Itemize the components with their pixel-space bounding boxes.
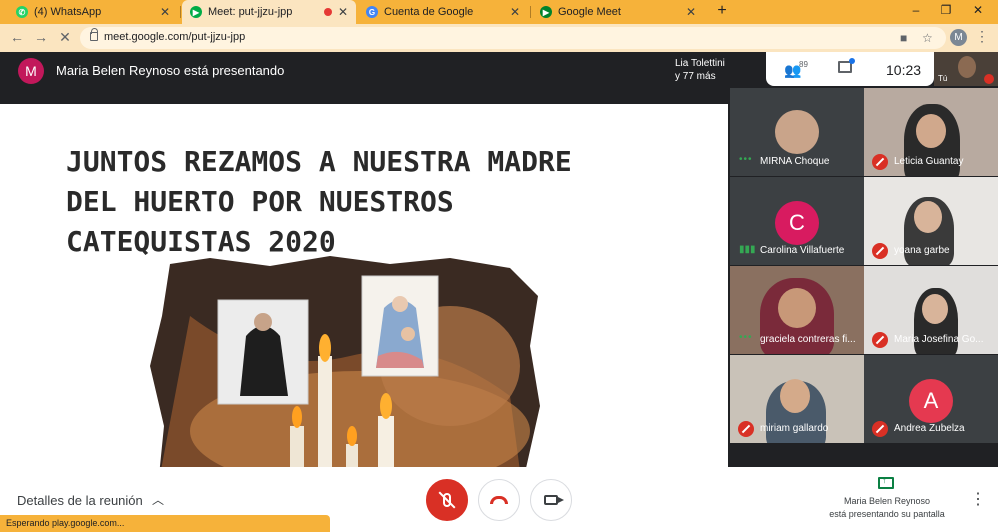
avatar: C [775,201,819,245]
participant-tile[interactable]: yoana garbe [864,177,998,265]
participant-name: miriam gallardo [760,423,829,434]
slide-title: JUNTOS REZAMOS A NUESTRA MADRE DEL HUERT… [66,145,572,258]
close-icon[interactable]: ✕ [338,5,348,19]
participant-tile[interactable]: ••• graciela contreras fi... [730,266,864,354]
whatsapp-icon: ✆ [16,6,28,18]
window-close-button[interactable]: ✕ [968,3,988,17]
bookmark-star-icon[interactable]: ☆ [922,31,933,45]
tab-title: Cuenta de Google [384,6,474,18]
camera-icon[interactable]: ■ [900,31,907,45]
stop-loading-button[interactable]: ✕ [56,29,74,46]
speaking-indicator-icon: ••• [739,332,753,343]
presentation-screen: JUNTOS REZAMOS A NUESTRA MADRE DEL HUERT… [0,104,728,467]
participant-name: Andrea Zubelza [894,423,965,434]
participant-tile[interactable]: miriam gallardo [730,355,864,443]
participant-tile[interactable]: Leticia Guantay [864,88,998,176]
pinned-participant-label: Lia Tolettini y 77 más [675,57,725,83]
participant-face [922,294,948,324]
tab-whatsapp[interactable]: ✆ (4) WhatsApp ✕ [8,0,178,24]
participant-name: yoana garbe [894,245,950,256]
participant-name: Leticia Guantay [894,156,964,167]
participant-tile[interactable]: ••• MIRNA Choque [730,88,864,176]
presenting-label: está presentando su pantalla [829,509,945,519]
minimize-button[interactable]: – [906,3,926,17]
participant-name: MIRNA Choque [760,156,830,167]
participant-face [916,114,946,148]
presenter-banner: Maria Belen Reynoso está presentando [56,63,285,78]
meet-icon: ▶ [190,6,202,18]
video-camera-icon [544,495,564,505]
participant-name: graciela contreras fi... [760,334,856,345]
present-screen-icon[interactable] [878,475,894,489]
browser-status-bubble: Esperando play.google.com... [0,515,330,532]
meet-icon: ▶ [540,6,552,18]
new-tab-button[interactable]: + [712,2,732,20]
meeting-info-pill: 👥 89 10:23 [766,52,934,86]
participant-grid: ••• MIRNA Choque Leticia Guantay C ▮▮▮ C… [728,86,998,467]
participant-count: 89 [799,60,808,69]
presenting-status[interactable]: Maria Belen Reynoso está presentando su … [812,495,962,521]
speaking-indicator-icon: ••• [739,154,753,165]
leave-call-button[interactable] [478,479,520,521]
browser-menu-icon[interactable]: ⋮ [975,28,989,45]
avatar: M [18,58,44,84]
mic-off-icon [872,332,888,348]
participant-tile[interactable]: A Andrea Zubelza [864,355,998,443]
participant-name: Maria Josefina Go... [894,334,984,345]
google-icon: G [366,6,378,18]
self-video [958,56,976,78]
participant-face [778,288,816,328]
maximize-button[interactable]: ❐ [936,3,956,17]
participant-face [914,201,942,233]
tab-title: Google Meet [558,6,621,18]
pinned-name-line: Lia Tolettini [675,58,725,69]
close-icon[interactable]: ✕ [160,5,170,19]
self-label: Tú [938,74,948,83]
profile-avatar[interactable]: M [950,29,967,46]
participant-name: Carolina Villafuerte [760,245,845,256]
avatar [775,110,819,154]
mic-off-icon [872,421,888,437]
mic-off-icon [738,421,754,437]
presenter-name: Maria Belen Reynoso [843,496,931,506]
back-button[interactable]: ← [8,29,26,45]
self-view-tile[interactable]: Tú [934,52,998,88]
address-bar[interactable]: meet.google.com/put-jjzu-jpp ■ ☆ [80,27,946,49]
tab-google-meet[interactable]: ▶ Google Meet ✕ [532,0,704,24]
meeting-details-button[interactable]: Detalles de la reunión [17,493,143,508]
avatar: A [909,379,953,423]
forward-button[interactable]: → [32,29,50,45]
recording-indicator-icon [323,8,332,16]
audio-wave-icon: ▮▮▮ [739,244,756,255]
participant-face [780,379,810,413]
chevron-up-icon[interactable]: ︿ [152,491,164,508]
browser-tab-strip: ✆ (4) WhatsApp ✕ ▶ Meet: put-jjzu-jpp ✕ … [0,0,998,24]
hangup-icon [490,496,508,504]
participant-tile[interactable]: Maria Josefina Go... [864,266,998,354]
participant-tile[interactable]: C ▮▮▮ Carolina Villafuerte [730,177,864,265]
tab-title: Meet: put-jjzu-jpp [208,6,293,18]
tab-title: (4) WhatsApp [34,6,102,18]
mic-off-icon [872,243,888,259]
url-text: meet.google.com/put-jjzu-jpp [104,31,246,43]
mic-off-icon [872,154,888,170]
pinned-more-line: y 77 más [675,71,716,82]
camera-toggle-button[interactable] [530,479,572,521]
mic-toggle-button[interactable] [426,479,468,521]
close-icon[interactable]: ✕ [686,5,696,19]
lock-icon [90,28,98,41]
browser-toolbar: ← → ✕ meet.google.com/put-jjzu-jpp ■ ☆ M… [0,24,998,52]
more-options-icon[interactable]: ⋮ [970,489,986,509]
tab-meet-active[interactable]: ▶ Meet: put-jjzu-jpp ✕ [182,0,356,24]
tab-google-account[interactable]: G Cuenta de Google ✕ [358,0,528,24]
slide-image [150,256,542,467]
clock-time: 10:23 [886,62,922,78]
close-icon[interactable]: ✕ [510,5,520,19]
mic-off-icon [984,74,994,84]
chat-notification-dot [849,58,855,64]
